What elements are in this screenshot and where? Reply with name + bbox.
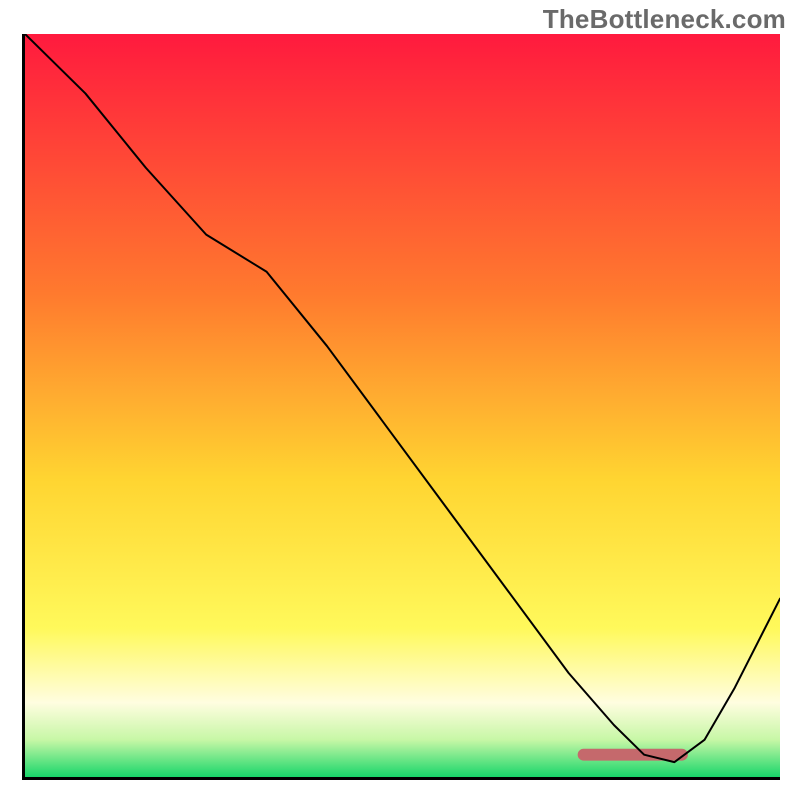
page: TheBottleneck.com bbox=[0, 0, 800, 800]
chart-svg bbox=[25, 34, 780, 777]
watermark-label: TheBottleneck.com bbox=[543, 4, 786, 35]
chart-area bbox=[22, 34, 780, 780]
chart-background bbox=[25, 34, 780, 777]
